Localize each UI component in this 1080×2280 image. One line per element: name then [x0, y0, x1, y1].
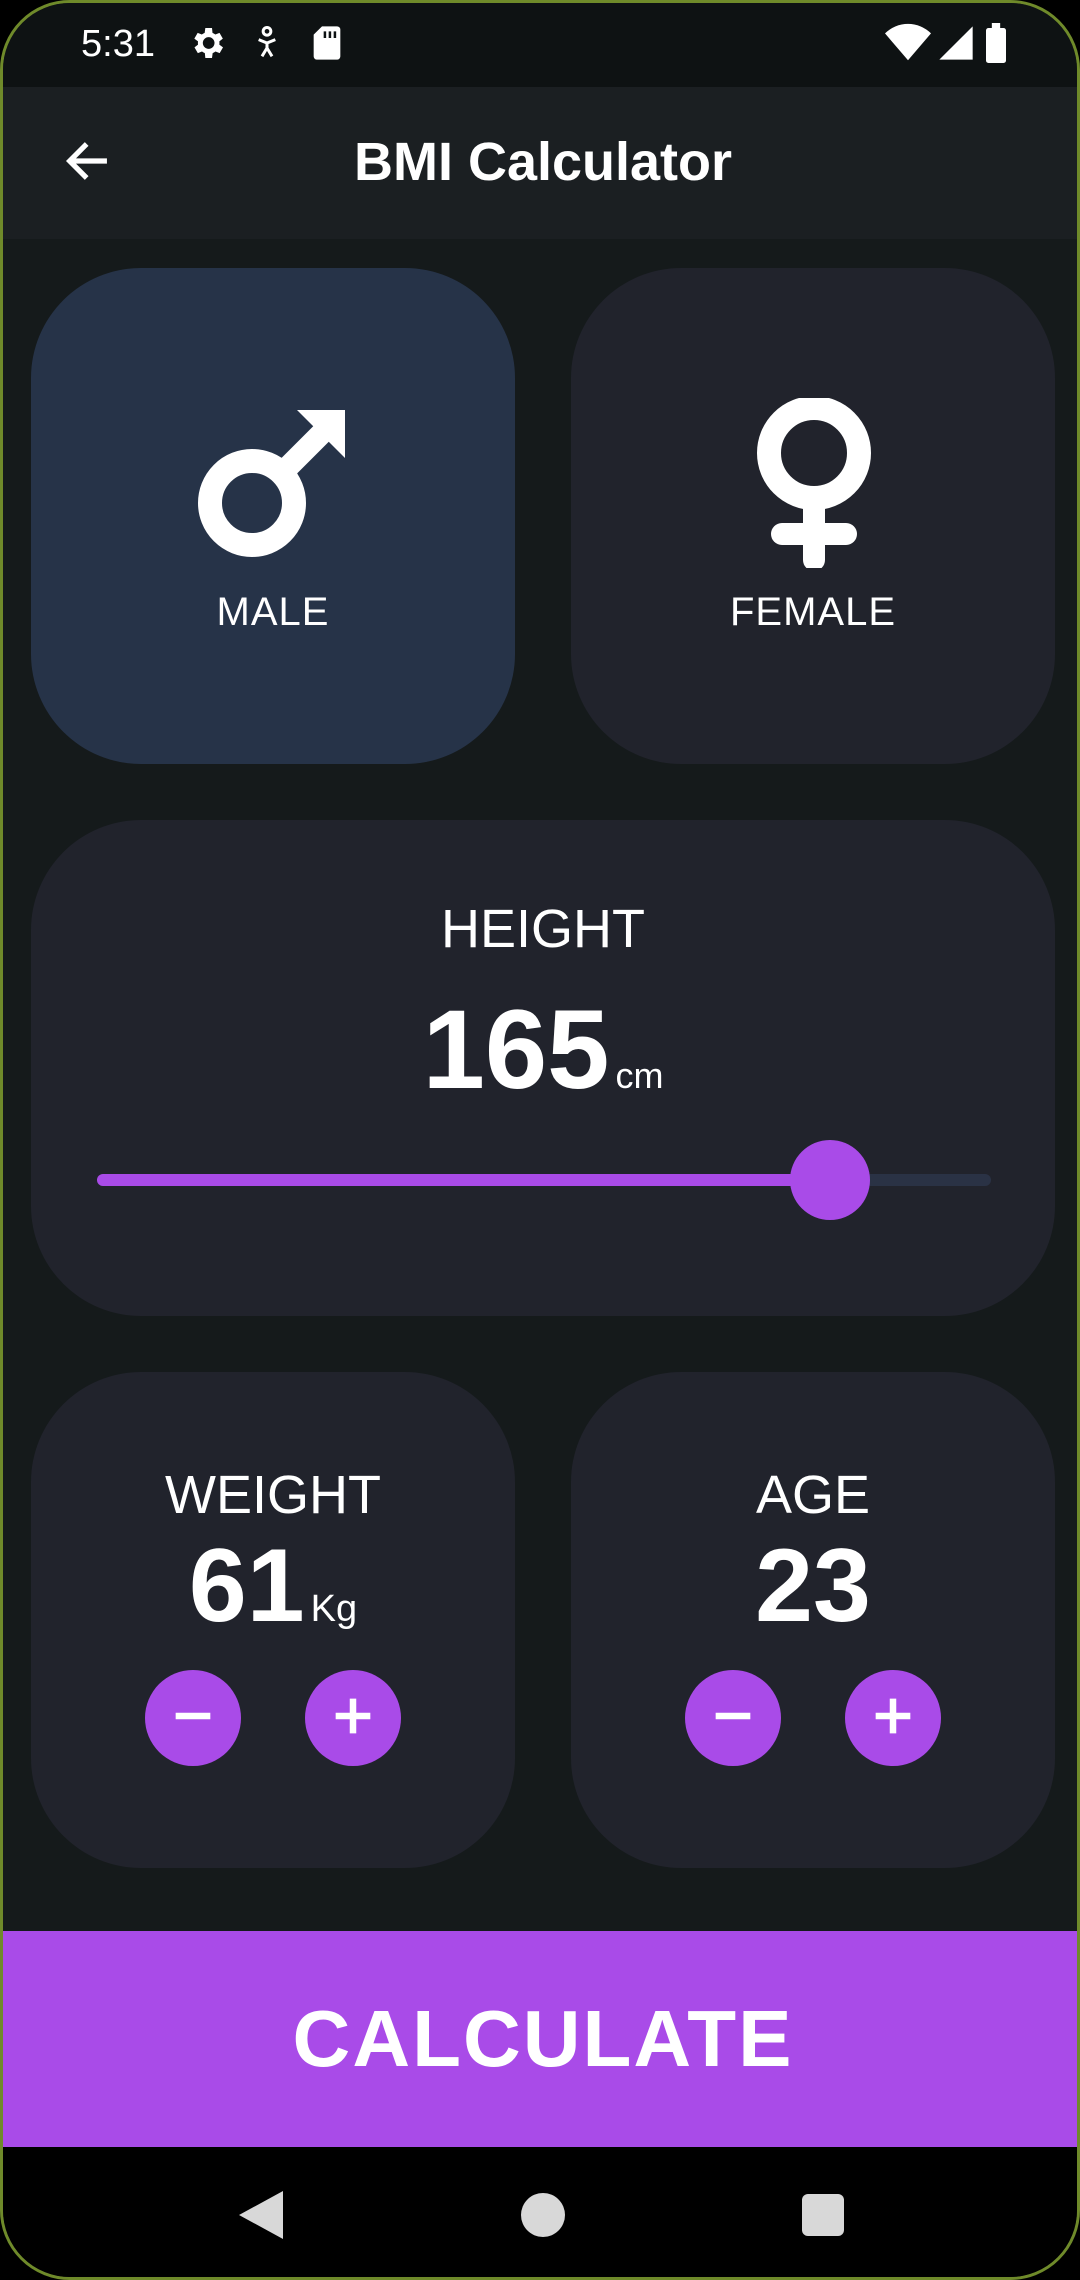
age-card: AGE 23: [571, 1372, 1055, 1868]
male-label: MALE: [216, 590, 330, 634]
plus-icon: [867, 1690, 919, 1747]
system-nav-bar: [3, 2147, 1077, 2277]
age-decrement-button[interactable]: [685, 1670, 781, 1766]
weight-value-row: 61 Kg: [31, 1527, 515, 1646]
height-value: 165: [422, 987, 610, 1112]
circle-home-icon: [521, 2192, 565, 2242]
square-recents-icon: [802, 2193, 844, 2241]
plus-icon: [327, 1690, 379, 1747]
app-bar: BMI Calculator: [3, 87, 1077, 239]
female-card[interactable]: FEMALE: [571, 268, 1055, 764]
nav-back-button[interactable]: [233, 2189, 289, 2245]
minus-icon: [707, 1690, 759, 1747]
triangle-back-icon: [239, 2190, 283, 2244]
weight-increment-button[interactable]: [305, 1670, 401, 1766]
nav-recents-button[interactable]: [795, 2189, 851, 2245]
calculate-label: CALCULATE: [292, 1994, 794, 2083]
weight-decrement-button[interactable]: [145, 1670, 241, 1766]
status-time: 5:31: [81, 23, 155, 65]
weight-card: WEIGHT 61 Kg: [31, 1372, 515, 1868]
accessibility-icon: [247, 23, 287, 63]
height-unit: cm: [615, 1055, 664, 1096]
nav-home-button[interactable]: [515, 2189, 571, 2245]
male-symbol-icon: [197, 408, 347, 563]
wifi-icon: [885, 23, 931, 63]
male-card[interactable]: MALE: [31, 268, 515, 764]
age-label: AGE: [755, 1465, 871, 1525]
gear-icon: [187, 23, 227, 63]
age-value: 23: [755, 1528, 871, 1644]
page-title: BMI Calculator: [353, 132, 733, 192]
height-label: HEIGHT: [440, 899, 645, 959]
signal-icon: [935, 23, 977, 63]
weight-unit: Kg: [310, 1588, 358, 1630]
height-slider-thumb[interactable]: [790, 1140, 871, 1220]
status-bar: 5:31: [3, 3, 1077, 87]
app-screen: 5:31 BMI Calculator MALE FEMALE HEIGHT 1…: [0, 0, 1080, 2280]
sd-card-icon: [307, 23, 347, 63]
weight-label: WEIGHT: [165, 1465, 381, 1525]
age-value-row: 23: [571, 1527, 1055, 1646]
female-symbol-icon: [754, 396, 874, 573]
battery-icon: [983, 23, 1009, 63]
height-value-row: 165 cm: [31, 985, 1055, 1114]
weight-value: 61: [188, 1528, 305, 1644]
female-label: FEMALE: [729, 590, 897, 634]
age-increment-button[interactable]: [845, 1670, 941, 1766]
height-slider-fill: [97, 1174, 831, 1186]
height-card: HEIGHT 165 cm: [31, 820, 1055, 1316]
minus-icon: [167, 1690, 219, 1747]
height-slider[interactable]: [97, 1140, 991, 1220]
calculate-button[interactable]: CALCULATE: [3, 1931, 1077, 2147]
